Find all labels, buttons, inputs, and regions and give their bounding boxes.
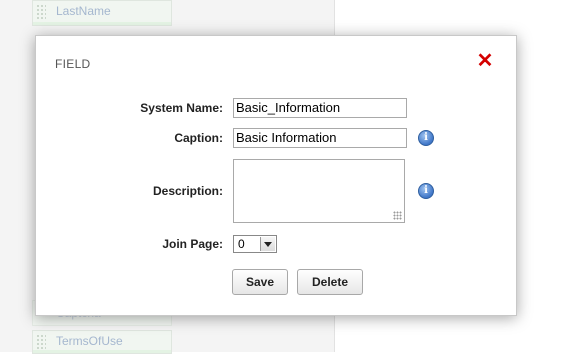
drag-handle-icon[interactable] (36, 4, 46, 20)
caption-info-icon[interactable]: i (418, 130, 434, 146)
description-info-icon[interactable]: i (418, 183, 434, 199)
save-button[interactable]: Save (232, 269, 288, 295)
field-item-termsofuse[interactable]: TermsOfUse (32, 330, 172, 354)
dialog-title: FIELD (55, 57, 91, 71)
description-label: Description: (152, 184, 223, 198)
chevron-down-icon[interactable] (260, 237, 275, 251)
field-item-label: TermsOfUse (56, 334, 123, 348)
description-textarea[interactable] (233, 159, 405, 223)
field-dialog: FIELD ✕ System Name: Basic_Information C… (35, 35, 517, 316)
join-page-value: 0 (238, 237, 245, 251)
system-name-label: System Name: (140, 101, 223, 115)
drag-handle-icon[interactable] (36, 334, 46, 350)
caption-input[interactable]: Basic Information (233, 128, 407, 148)
join-page-select[interactable]: 0 (233, 235, 277, 253)
close-icon[interactable]: ✕ (476, 51, 494, 71)
join-page-label: Join Page: (162, 237, 223, 251)
system-name-input[interactable]: Basic_Information (233, 98, 407, 118)
caption-label: Caption: (174, 131, 223, 145)
resize-handle-icon[interactable] (393, 211, 402, 220)
field-item-label: LastName (56, 4, 111, 18)
field-item-lastname[interactable]: LastName (32, 0, 172, 26)
delete-button[interactable]: Delete (297, 269, 363, 295)
